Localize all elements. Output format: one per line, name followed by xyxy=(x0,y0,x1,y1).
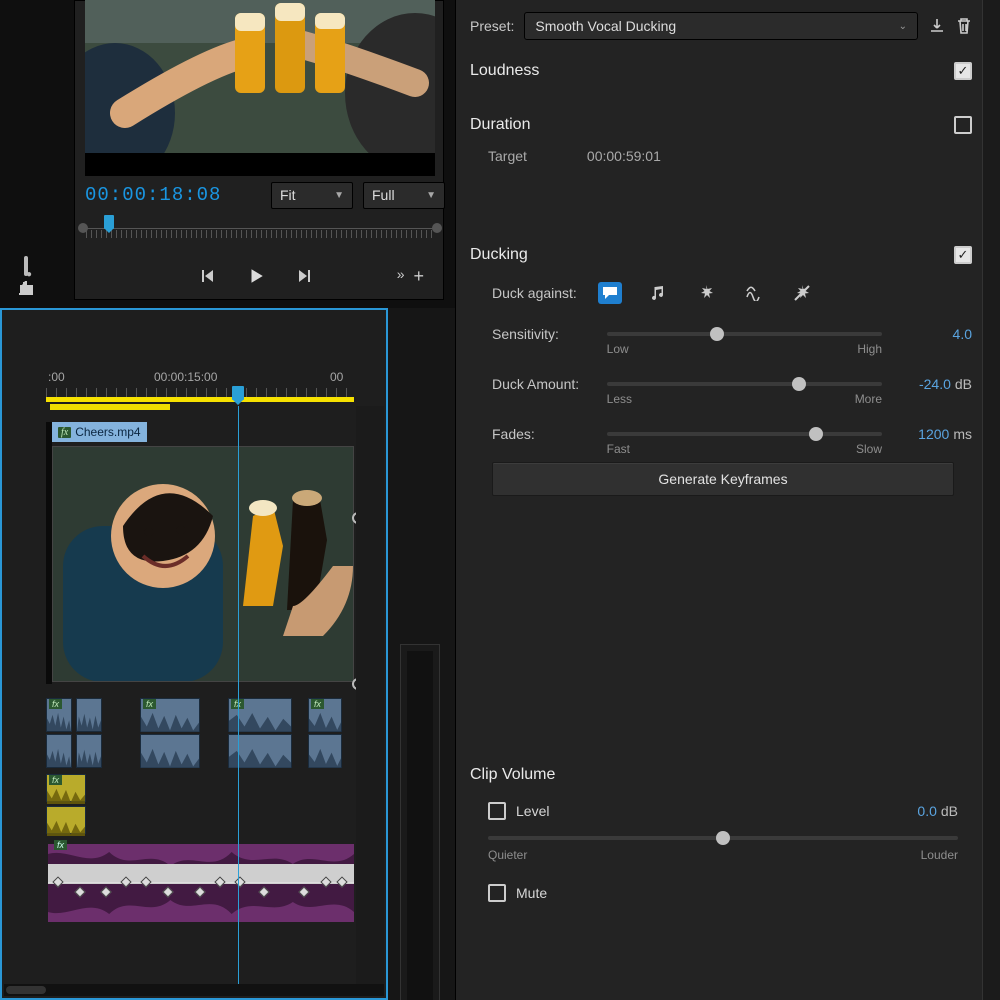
ducking-checkbox[interactable]: ✓ xyxy=(954,246,972,264)
video-clip[interactable]: fx Cheers.mp4 xyxy=(52,422,354,684)
duck-amount-label: Duck Amount: xyxy=(492,376,593,392)
step-back-button[interactable] xyxy=(199,268,215,284)
chevron-down-icon: ▼ xyxy=(426,190,436,201)
fades-slider[interactable] xyxy=(607,432,882,436)
fades-slider-thumb[interactable] xyxy=(809,427,823,441)
level-value[interactable]: 0.0 xyxy=(917,803,936,819)
timeline-horizontal-scrollbar[interactable] xyxy=(4,984,384,996)
chevron-down-icon: ⌄ xyxy=(899,21,907,32)
chevron-down-icon: ▼ xyxy=(334,190,344,201)
more-transport-icon[interactable]: » xyxy=(397,266,402,287)
play-button[interactable] xyxy=(247,267,265,285)
audio-track-a2b[interactable] xyxy=(46,806,354,836)
monitor-scrubber[interactable] xyxy=(80,218,440,246)
loudness-checkbox[interactable]: ✓ xyxy=(954,62,972,80)
duck-type-dialogue-icon[interactable] xyxy=(598,282,622,304)
generate-keyframes-button[interactable]: Generate Keyframes xyxy=(492,462,954,496)
level-slider-thumb[interactable] xyxy=(716,831,730,845)
duck-amount-slider[interactable] xyxy=(607,382,882,386)
duck-type-sfx-icon[interactable] xyxy=(694,282,718,304)
duck-against-label: Duck against: xyxy=(492,285,598,301)
duration-target-value[interactable]: 00:00:59:01 xyxy=(587,148,661,164)
audio-track-a1b[interactable] xyxy=(46,734,354,768)
sensitivity-slider-thumb[interactable] xyxy=(710,327,724,341)
monitor-playhead[interactable] xyxy=(104,215,114,229)
zoom-select[interactable]: Fit▼ xyxy=(271,182,353,209)
timeline-panel: :00 00:00:15:00 00 fx xyxy=(0,308,388,1000)
timeline-ruler[interactable]: :00 00:00:15:00 00 xyxy=(46,370,354,402)
level-slider[interactable] xyxy=(488,836,958,840)
audio-track-music[interactable]: fx xyxy=(46,844,354,922)
level-label: Level xyxy=(516,803,549,819)
monitor-video-frame[interactable] xyxy=(85,0,435,153)
export-frame-icon[interactable] xyxy=(17,280,35,296)
duck-type-none-icon[interactable] xyxy=(790,282,814,304)
loudness-section-title: Loudness xyxy=(470,62,539,80)
duration-section-title: Duration xyxy=(470,116,530,134)
level-checkbox[interactable] xyxy=(488,802,506,820)
monitor-timecode[interactable]: 00:00:18:08 xyxy=(85,184,221,206)
clip-name: Cheers.mp4 xyxy=(75,425,140,439)
sensitivity-label: Sensitivity: xyxy=(492,326,593,342)
duck-type-ambience-icon[interactable] xyxy=(742,282,766,304)
mute-checkbox[interactable] xyxy=(488,884,506,902)
clip-thumbnail xyxy=(52,446,354,682)
fades-label: Fades: xyxy=(492,426,593,442)
ducking-section-title: Ducking xyxy=(470,246,528,264)
audio-track-a2[interactable]: fx xyxy=(46,774,354,804)
mute-label: Mute xyxy=(516,885,547,901)
delete-preset-icon[interactable] xyxy=(956,17,972,35)
fades-value[interactable]: 1200 xyxy=(918,426,949,442)
sensitivity-value[interactable]: 4.0 xyxy=(953,326,972,342)
import-preset-icon[interactable] xyxy=(928,17,946,35)
duck-amount-value[interactable]: -24.0 xyxy=(919,376,951,392)
monitor-letterbox xyxy=(85,153,435,176)
clip-volume-title: Clip Volume xyxy=(470,766,972,784)
fx-badge: fx xyxy=(58,427,71,438)
quality-select[interactable]: Full▼ xyxy=(363,182,445,209)
timeline-playhead[interactable] xyxy=(232,386,244,400)
preset-select[interactable]: Smooth Vocal Ducking ⌄ xyxy=(524,12,918,40)
settings-marker-icon[interactable]: ● xyxy=(24,258,28,274)
step-forward-button[interactable] xyxy=(297,268,313,284)
audio-track-a1[interactable]: fx fx fx xyxy=(46,698,354,732)
duration-checkbox[interactable] xyxy=(954,116,972,134)
add-button[interactable]: + xyxy=(413,266,424,287)
duration-target-label: Target xyxy=(488,148,527,164)
sensitivity-slider[interactable] xyxy=(607,332,882,336)
preset-label: Preset: xyxy=(470,18,514,34)
video-track-v1[interactable]: fx Cheers.mp4 xyxy=(46,422,354,684)
program-monitor: 00:00:18:08 Fit▼ Full▼ xyxy=(0,0,455,308)
duck-type-music-icon[interactable] xyxy=(646,282,670,304)
audio-level-meter: S S xyxy=(400,644,440,1000)
right-edge-panel xyxy=(982,0,1000,1000)
duck-amount-slider-thumb[interactable] xyxy=(792,377,806,391)
